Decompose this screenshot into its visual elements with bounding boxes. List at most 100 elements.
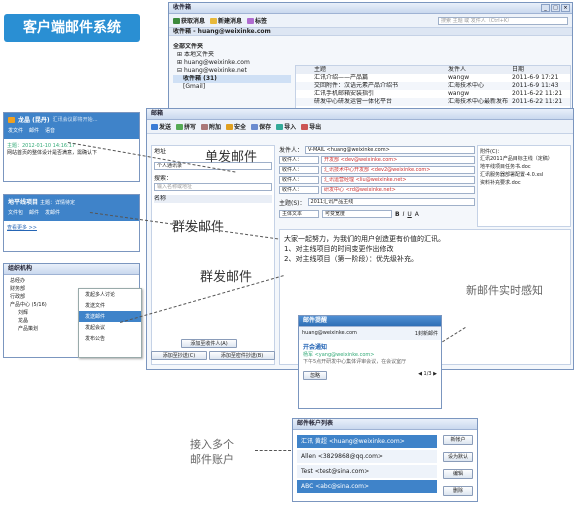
message-row[interactable]: 研发中心研发运营一体化平台 汇海技术中心最新发布 2011-6-22 11:21 [296,98,570,106]
inbox-window: 收件箱 _ □ × 获取消息 新建消息 标签 搜索 主题 或 发件人（Ctrl+K）… [168,2,573,110]
attachment-item[interactable]: 资料补充要求.doc [480,179,568,187]
recipient-input[interactable]: 开发部 <dev@weixinke.com> [321,155,475,164]
message-row[interactable]: 交回附件：汉语元素产品介绍书 汇海技术中心 2011-6-9 11:43 [296,82,570,90]
context-menu-item[interactable]: 发布公告 [79,333,141,344]
import-button[interactable]: 导入 [276,122,296,131]
new-account-button[interactable]: 新帐户 [443,435,473,445]
folder-item[interactable]: [Gmail] [173,83,291,91]
import-icon [276,123,284,130]
format-select[interactable]: 主体文本 [279,210,319,218]
add-bcc-button[interactable]: 添加至密件抄送(B) [209,351,275,360]
font-size-icon[interactable]: A [415,211,419,218]
avatar [8,116,15,123]
set-default-button[interactable]: 设为默认 [443,452,473,462]
column-date[interactable]: 日期 [512,66,524,74]
file-pack-tab[interactable]: 文件包 [8,209,23,216]
font-select[interactable]: 可变宽度 [322,210,392,218]
minimize-button[interactable]: _ [541,4,550,12]
add-cc-button[interactable]: 添加至抄送(C) [151,351,207,360]
message-row[interactable]: 汇讯手机邮箱安装指引 wangw 2011-6-22 11:21 [296,90,570,98]
notify-sender: 杨军 <yang@weixinke.com> [303,352,375,358]
compose-titlebar: 邮箱 [147,109,573,120]
message-list: 主题 发件人 日期 汇讯介绍——产品篇 wangw 2011-6-9 17:21 交回… [295,65,571,109]
edit-account-button[interactable]: 编辑 [443,469,473,479]
context-menu-item[interactable]: 发送文件 [79,300,141,311]
folder-item[interactable]: ⊞ 本地文件夹 [173,51,291,59]
context-menu-item[interactable]: 发送邮件 [79,311,141,322]
tag-button[interactable]: 标签 [247,16,267,25]
security-button[interactable]: 安全 [226,122,246,131]
recipient-type-select[interactable]: 收件人： [279,175,319,184]
delete-account-button[interactable]: 删除 [443,486,473,496]
body-line: 1、对主线项目的时间变更作出修改 [284,245,394,253]
export-button[interactable]: 导出 [301,122,321,131]
subject-input[interactable]: 2011汇讯产品主线 [307,198,475,206]
save-button[interactable]: 保存 [251,122,271,131]
context-menu-item[interactable]: 发起多人讨论 [79,289,141,300]
address-pane: 地址 个人通讯录 搜索： 输入名称或地址 名称 [151,145,275,365]
inbox-toolbar: 获取消息 新建消息 标签 搜索 主题 或 发件人（Ctrl+K） [169,14,572,28]
notify-subject[interactable]: 开会通知 [303,342,437,351]
recipient-input[interactable]: 汇讯技术中心开发部 <dev2@weixinke.com> [321,165,475,174]
message-row[interactable]: 汇讯介绍——产品篇 wangw 2011-6-9 17:21 [296,74,570,82]
folder-item[interactable]: ⊟ huang@weixinke.net [173,67,291,75]
body-line: 大家一起努力，为我们的用户创造更有价值的汇讯。 [284,235,445,243]
project-window: 地平线项目 主题：详情待定 文件包 邮件 发邮件 查看更多 >> [3,194,140,252]
column-from[interactable]: 发件人 [448,66,508,74]
get-mail-button[interactable]: 获取消息 [173,16,205,25]
see-more-link[interactable]: 查看更多 >> [4,221,139,234]
folder-item[interactable]: ⊞ huang@weixinke.com [173,59,291,67]
contacts-title: 组织机构 [4,264,139,275]
send-icon [151,123,158,130]
address-search-input[interactable]: 输入名称或地址 [154,183,272,191]
send-button[interactable]: 发送 [151,122,171,131]
send-mail-tab[interactable]: 发邮件 [45,209,60,216]
recipient-type-select[interactable]: 收件人： [279,185,319,194]
new-message-button[interactable]: 新建消息 [210,16,242,25]
bold-icon[interactable]: B [395,211,400,218]
annotation-single-send: 单发邮件 [205,150,258,165]
italic-icon[interactable]: I [403,211,405,218]
mail-tab[interactable]: 邮件 [29,209,39,216]
notify-account: huang@weixinke.com [302,330,357,336]
message-from: 汇海技术中心 [448,82,485,89]
inbox-search-input[interactable]: 搜索 主题 或 发件人（Ctrl+K） [438,16,568,25]
close-button[interactable]: × [561,4,570,12]
ignore-button[interactable]: 忽略 [303,371,327,380]
recipient-input[interactable]: 研发中心 <rd@weixinke.net> [321,185,475,194]
attachment-pane: 附件(C)： 汇讯2011产品目标主线（定稿） 地平线项目任务书.doc 汇讯服务器… [477,145,571,227]
spellcheck-button[interactable]: 拼写 [176,122,196,131]
message-list-header: 主题 发件人 日期 [296,66,570,74]
mail-tab[interactable]: 邮件 [29,127,39,134]
sender-select[interactable]: V-MAIL <huang@weixinke.com> [305,145,475,154]
inbox-tab[interactable]: 收件箱 - huang@weixinke.com [169,28,572,36]
message-date: 2011-6-22 11:21 [512,90,563,97]
add-to-button[interactable]: 添加至收件人(A) [181,339,237,348]
account-item[interactable]: Allen <3829868@qq.com> [297,450,437,463]
compose-icon [210,17,218,24]
attachment-item[interactable]: 汇讯服务器部署配置-4.0.xsl [480,171,568,179]
recipient-type-select[interactable]: 收件人： [279,155,319,164]
account-item[interactable]: ABC <abc@sina.com> [297,480,437,493]
folder-item-inbox[interactable]: 收件箱 (31) [173,75,291,83]
maximize-button[interactable]: □ [551,4,560,12]
column-subject[interactable]: 主题 [314,66,444,74]
contact-item[interactable]: 总经办 [8,277,135,285]
notify-pager[interactable]: ◀ 1/3 ▶ [418,371,437,380]
im-chat-header: 龙晶 (昆丹) 汇讯会议即将开始… 发文件 邮件 语音 [4,113,139,139]
account-item[interactable]: 汇讯 黄超 <huang@weixinke.com> [297,435,437,448]
message-subject: 汇讯手机邮箱安装指引 [314,90,375,97]
body-line: 2、对主线项目（第一阶段）：优先级补充。 [284,255,418,263]
attachment-item[interactable]: 汇讯2011产品目标主线（定稿） [480,155,568,163]
product-badge: 客户端邮件系统 [4,14,140,42]
message-date: 2011-6-9 11:43 [512,82,559,89]
underline-icon[interactable]: U [407,211,411,218]
recipient-type-select[interactable]: 收件人： [279,165,319,174]
context-menu-item[interactable]: 发起会议 [79,322,141,333]
voice-tab[interactable]: 语音 [45,127,55,134]
attach-button[interactable]: 附加 [201,122,221,131]
send-file-tab[interactable]: 发文件 [8,127,23,134]
recipient-input[interactable]: 汇讯运营经理 <liu@weixinke.net> [321,175,475,184]
account-item[interactable]: Test <test@sina.com> [297,465,437,478]
attachment-item[interactable]: 地平线项目任务书.doc [480,163,568,171]
